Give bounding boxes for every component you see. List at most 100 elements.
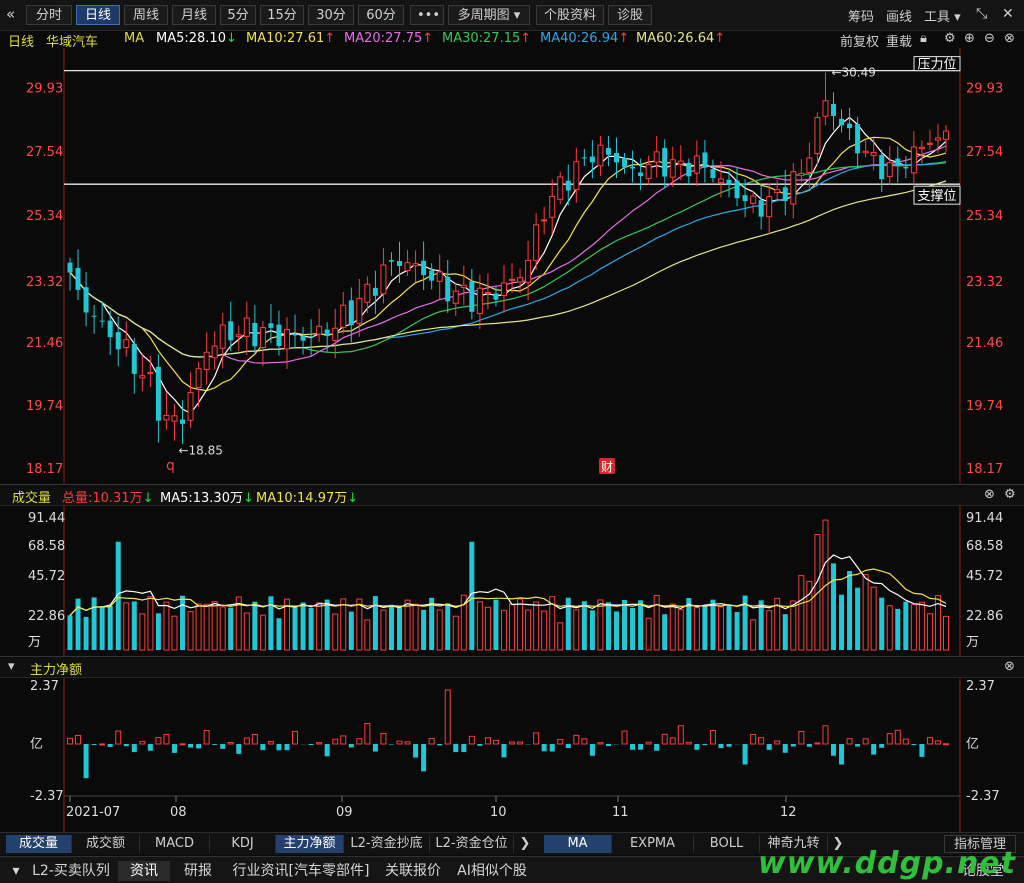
tab-boll[interactable]: BOLL xyxy=(694,835,760,853)
flow-bar-positive xyxy=(76,735,81,744)
candle-body-up xyxy=(244,318,249,336)
tab-ai-similar[interactable]: AI相似个股 xyxy=(450,861,534,881)
volume-bar-up xyxy=(341,599,346,650)
close-icon[interactable]: ✕ xyxy=(1002,6,1014,22)
candle-body-up xyxy=(598,145,603,166)
period-tab-daily[interactable]: 日线 xyxy=(76,5,120,25)
volume-bar-up xyxy=(678,610,683,650)
volume-close-icon[interactable]: ⊗ xyxy=(984,487,995,502)
volume-bar-up xyxy=(799,576,804,650)
lock-icon[interactable]: 🔒︎ xyxy=(920,31,927,46)
volume-bar-up xyxy=(212,602,217,650)
collapse-back-icon[interactable]: « xyxy=(6,5,15,23)
zoom-in-icon[interactable]: ⊕ xyxy=(964,31,975,46)
volume-bar-down xyxy=(301,602,306,650)
flow-bar-negative xyxy=(694,744,699,750)
volume-bar-up xyxy=(871,587,876,650)
volume-chart[interactable]: 91.4491.4468.5868.5845.7245.7222.8622.86… xyxy=(0,506,1024,656)
net-flow-chart[interactable]: 2.372.37亿亿-2.37-2.37 2021-070809101112 xyxy=(0,678,1024,832)
diagnose-button[interactable]: 诊股 xyxy=(608,5,652,25)
stock-info-button[interactable]: 个股资料 xyxy=(536,5,604,25)
tab-l2-position[interactable]: L2-资金仓位 xyxy=(430,835,514,853)
multi-period-dropdown[interactable]: 多周期图 ▾ xyxy=(448,5,530,25)
flow-bar-negative xyxy=(309,744,314,745)
chips-button[interactable]: 筹码 xyxy=(848,6,874,25)
candle-body-down xyxy=(132,344,137,374)
indicator-tabs-next-icon[interactable]: ❯ xyxy=(514,835,536,853)
flow-title: 主力净额 xyxy=(30,659,82,678)
flow-bar-positive xyxy=(100,744,105,745)
tab-related-quotes[interactable]: 关联报价 xyxy=(378,861,448,881)
volume-settings-icon[interactable]: ⚙ xyxy=(1004,487,1016,502)
candle-body-down xyxy=(895,159,900,167)
tools-dropdown[interactable]: 工具 ▾ xyxy=(924,6,961,25)
settings-icon[interactable]: ⚙ xyxy=(944,31,956,46)
period-tab-30min[interactable]: 30分 xyxy=(308,5,354,25)
flow-bar-positive xyxy=(397,741,402,744)
flow-bar-positive xyxy=(678,726,683,744)
more-periods-button[interactable]: ••• xyxy=(410,5,444,25)
flow-bar-positive xyxy=(558,739,563,744)
period-tab-monthly[interactable]: 月线 xyxy=(172,5,216,25)
flow-bar-negative xyxy=(124,744,129,746)
flow-collapse-icon[interactable]: ▾ xyxy=(8,659,15,674)
candlestick-chart[interactable]: 29.9329.9327.5427.5425.3425.3423.3223.32… xyxy=(0,48,1024,484)
tab-main-net-flow[interactable]: 主力净额 xyxy=(276,835,344,853)
candle-body-down xyxy=(84,287,89,312)
candle-body-up xyxy=(887,163,892,177)
volume-bar-down xyxy=(710,600,715,650)
volume-bar-down xyxy=(276,618,281,650)
expand-info-icon[interactable]: ▾ xyxy=(6,861,26,881)
tab-research[interactable]: 研报 xyxy=(172,861,224,881)
flow-tick-right: -2.37 xyxy=(966,789,1000,804)
candle-body-up xyxy=(148,372,153,373)
volume-bar-down xyxy=(895,609,900,650)
volume-bar-down xyxy=(445,603,450,650)
tab-l2-order-queue[interactable]: L2-买卖队列 xyxy=(26,861,116,881)
tab-ma-overlay[interactable]: MA xyxy=(544,835,612,853)
volume-bar-up xyxy=(927,614,932,650)
volume-bar-up xyxy=(574,610,579,650)
shrink-icon[interactable]: ⤡ xyxy=(976,6,987,22)
period-tab-60min[interactable]: 60分 xyxy=(358,5,404,25)
flow-close-icon[interactable]: ⊗ xyxy=(1004,659,1015,674)
period-tab-5min[interactable]: 5分 xyxy=(220,5,256,25)
tab-kdj[interactable]: KDJ xyxy=(210,835,276,853)
candle-body-up xyxy=(140,376,145,378)
candle-body-up xyxy=(357,298,362,323)
flow-bar-positive xyxy=(799,731,804,744)
flow-panel-header: ▾ 主力净额 ⊗ xyxy=(0,656,1024,678)
flow-bar-positive xyxy=(710,731,715,744)
tab-news[interactable]: 资讯 xyxy=(118,861,170,881)
candle-body-up xyxy=(236,335,241,337)
tab-volume[interactable]: 成交量 xyxy=(6,835,72,853)
period-tab-15min[interactable]: 15分 xyxy=(260,5,304,25)
tab-macd[interactable]: MACD xyxy=(140,835,210,853)
candle-body-down xyxy=(743,195,748,201)
tab-l2-bottom-fishing[interactable]: L2-资金抄底 xyxy=(344,835,430,853)
candle-body-up xyxy=(437,272,442,281)
period-tab-intraday[interactable]: 分时 xyxy=(26,5,72,25)
close-panel-icon[interactable]: ⊗ xyxy=(1004,31,1015,46)
volume-bar-down xyxy=(421,610,426,650)
candle-body-up xyxy=(542,220,547,221)
zoom-out-icon[interactable]: ⊖ xyxy=(984,31,995,46)
tab-industry-news[interactable]: 行业资讯[汽车零部件] xyxy=(226,861,376,881)
volume-bar-up xyxy=(767,611,772,650)
volume-bar-down xyxy=(831,563,836,650)
flow-bar-negative xyxy=(260,744,265,750)
period-tab-weekly[interactable]: 周线 xyxy=(124,5,168,25)
candle-body-up xyxy=(172,416,177,421)
tab-turnover[interactable]: 成交额 xyxy=(72,835,140,853)
tab-expma[interactable]: EXPMA xyxy=(612,835,694,853)
flow-bar-negative xyxy=(879,744,884,748)
draw-line-button[interactable]: 画线 xyxy=(886,6,912,25)
candle-body-down xyxy=(855,124,860,153)
volume-bar-down xyxy=(349,612,354,650)
legend-ma20: MA20:27.75↑ xyxy=(344,31,433,46)
volume-bar-down xyxy=(325,600,330,650)
candle-body-down xyxy=(662,148,667,177)
flow-bar-negative xyxy=(791,744,796,746)
candle-body-down xyxy=(421,261,426,275)
candle-body-up xyxy=(333,328,338,340)
